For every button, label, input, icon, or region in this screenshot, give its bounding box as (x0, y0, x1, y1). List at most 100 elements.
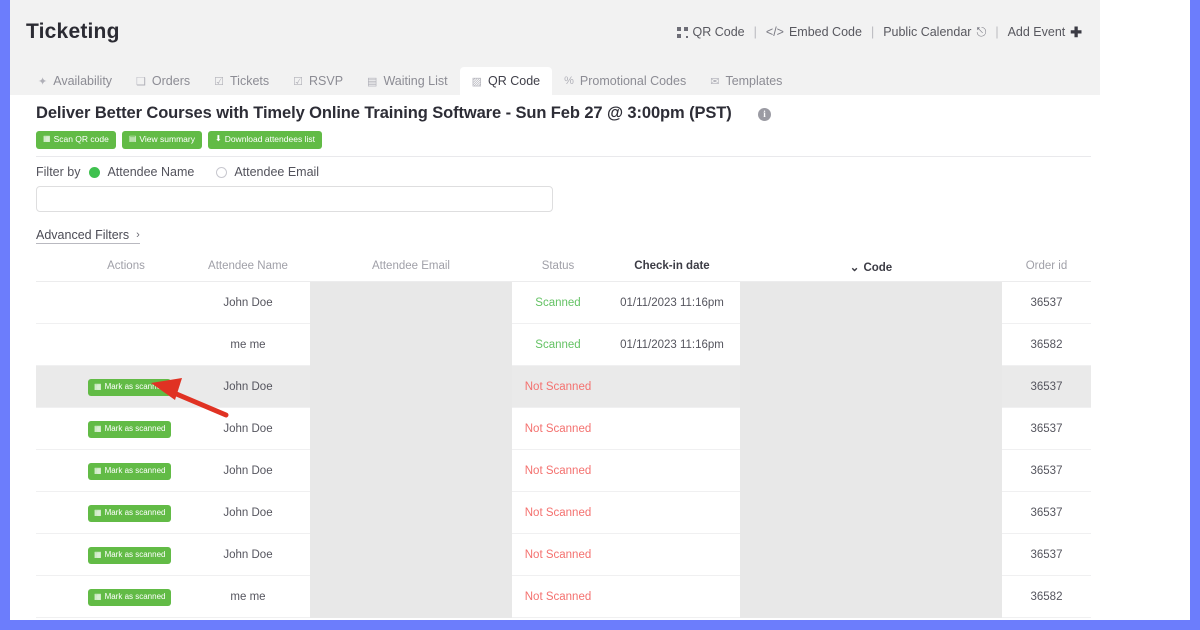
table-row[interactable]: ▦ Mark as scanned John Doe Not Scanned 36537 (36, 492, 1091, 534)
mark-as-scanned-button[interactable]: ▦ Mark as scanned (88, 546, 172, 564)
header-link-label: Embed Code (788, 25, 862, 39)
tab-qr-code[interactable]: ▨ QR Code (459, 67, 553, 95)
filter-search-input[interactable] (36, 186, 553, 212)
qr-code-icon: ▨ (471, 75, 483, 88)
app-header: Ticketing QR Code | </> Embed Code | Pub… (10, 0, 1100, 95)
mark-as-scanned-button[interactable]: ▦ Mark as scanned (88, 588, 172, 606)
page-title: Deliver Better Courses with Timely Onlin… (36, 104, 732, 122)
header-separator: | (995, 25, 999, 39)
info-icon[interactable]: i (758, 108, 771, 121)
cell-actions: ▦ Mark as scanned (66, 366, 186, 408)
filter-controls: Filter by Attendee Name Attendee Email (36, 165, 341, 179)
divider (36, 156, 1091, 157)
external-link-icon: ⎋ (976, 24, 987, 39)
tab-availability[interactable]: ✦ Availability (26, 67, 124, 95)
mark-as-scanned-button[interactable]: ▦ Mark as scanned (88, 378, 172, 396)
header-link-label: Add Event (1007, 25, 1066, 39)
app-brand-title: Ticketing (26, 20, 120, 43)
cell-code (740, 492, 1002, 534)
cell-status: Not Scanned (524, 591, 592, 603)
tab-label: QR Code (488, 74, 541, 88)
list-icon: ▤ (367, 75, 378, 88)
cell-actions (66, 324, 186, 366)
tab-templates[interactable]: ✉ Templates (698, 67, 794, 95)
tab-promotional-codes[interactable]: % Promotional Codes (552, 67, 698, 95)
cell-actions (66, 282, 186, 324)
table-row[interactable]: ▦ Mark as scanned John Doe Not Scanned 36537 (36, 450, 1091, 492)
table-row[interactable]: ▦ Mark as scanned me me Not Scanned 36582 (36, 576, 1091, 618)
chevron-down-icon: ⌄ (849, 262, 860, 274)
tab-label: Availability (53, 74, 113, 88)
column-header-label: Attendee Name (208, 260, 288, 272)
cell-checkin_date (604, 534, 740, 576)
cell-attendee_email (310, 576, 512, 618)
download-attendees-list-button[interactable]: ⬇ Download attendees list (207, 131, 322, 149)
list-icon: ▤ (128, 134, 137, 144)
header-link-add-event[interactable]: Add Event ✚ (1008, 25, 1082, 39)
cell-status: Not Scanned (524, 507, 592, 519)
table-body: John Doe Scanned 01/11/2023 11:16pm 36537 me… (36, 282, 1091, 618)
qr-code-icon: ▦ (94, 549, 102, 559)
button-label: Mark as scanned (104, 423, 166, 433)
filter-option-attendee-email[interactable]: Attendee Email (216, 165, 319, 179)
tab-label: Waiting List (383, 74, 448, 88)
filter-option-label: Attendee Email (234, 165, 320, 179)
table-row[interactable]: ▦ Mark as scanned John Doe Not Scanned 36537 (36, 408, 1091, 450)
cell-code (740, 408, 1002, 450)
column-header-attendee_name: Attendee Name (186, 260, 310, 272)
column-header-label: Order id (1025, 260, 1068, 272)
cell-order_id: 36537 (1030, 381, 1063, 393)
tab-tickets[interactable]: ☑ Tickets (202, 67, 281, 95)
cell-actions: ▦ Mark as scanned (66, 408, 186, 450)
radio-icon (89, 166, 101, 178)
qr-code-icon: ▦ (94, 591, 102, 601)
plus-icon: ✚ (1070, 24, 1082, 40)
checkbox-icon: ☑ (293, 75, 303, 88)
cell-attendee_name: John Doe (223, 423, 273, 435)
cell-checkin_date: 01/11/2023 11:16pm (620, 297, 724, 309)
cell-status: Not Scanned (524, 423, 592, 435)
view-summary-button[interactable]: ▤ View summary (121, 131, 202, 149)
mark-as-scanned-button[interactable]: ▦ Mark as scanned (88, 420, 172, 438)
scan-qr-code-button[interactable]: ▦ Scan QR code (36, 131, 116, 149)
button-label: Mark as scanned (104, 507, 166, 517)
filter-option-attendee-name[interactable]: Attendee Name (89, 165, 194, 179)
qr-code-icon: ▦ (43, 134, 51, 144)
tab-waiting-list[interactable]: ▤ Waiting List (355, 67, 460, 95)
column-header-status: Status (512, 260, 604, 272)
header-link-public-calendar[interactable]: Public Calendar ⎋ (883, 25, 986, 39)
tab-label: RSVP (309, 74, 344, 88)
cell-status: Not Scanned (524, 465, 592, 477)
header-link-qr-code[interactable]: QR Code (676, 25, 745, 39)
advanced-filters-toggle[interactable]: Advanced Filters › (36, 228, 140, 244)
table-row[interactable]: ▦ Mark as scanned John Doe Not Scanned 36537 (36, 534, 1091, 576)
header-link-embed-code[interactable]: </> Embed Code (766, 25, 862, 39)
tab-orders[interactable]: ❑ Orders (124, 67, 202, 95)
mark-as-scanned-button[interactable]: ▦ Mark as scanned (88, 462, 172, 480)
button-label: Mark as scanned (104, 549, 166, 559)
qr-code-icon: ▦ (94, 465, 102, 475)
cell-code (740, 534, 1002, 576)
column-header-code[interactable]: ⌄ Code (740, 260, 1002, 274)
header-separator: | (753, 25, 757, 39)
cell-checkin_date (604, 492, 740, 534)
table-row[interactable]: ▦ Mark as scanned John Doe Not Scanned 36537 (36, 366, 1091, 408)
cell-status: Scanned (535, 339, 581, 351)
table-row[interactable]: John Doe Scanned 01/11/2023 11:16pm 36537 (36, 282, 1091, 324)
header-links: QR Code | </> Embed Code | Public Calend… (676, 25, 1082, 39)
qr-code-icon: ▦ (94, 507, 102, 517)
column-header-label: Attendee Email (372, 260, 450, 272)
header-link-label: QR Code (692, 25, 745, 39)
tab-rsvp[interactable]: ☑ RSVP (281, 67, 355, 95)
cell-attendee_name: John Doe (223, 465, 273, 477)
chevron-right-icon: › (136, 229, 140, 241)
cell-attendee_name: John Doe (223, 297, 273, 309)
checkbox-icon: ☑ (214, 75, 224, 88)
button-label: Scan QR code (53, 134, 109, 144)
cell-checkin_date: 01/11/2023 11:16pm (620, 339, 724, 351)
mark-as-scanned-button[interactable]: ▦ Mark as scanned (88, 504, 172, 522)
table-row[interactable]: me me Scanned 01/11/2023 11:16pm 36582 (36, 324, 1091, 366)
advanced-filters-label: Advanced Filters (36, 228, 130, 242)
cell-actions: ▦ Mark as scanned (66, 450, 186, 492)
column-header-order_id: Order id (1002, 260, 1091, 272)
